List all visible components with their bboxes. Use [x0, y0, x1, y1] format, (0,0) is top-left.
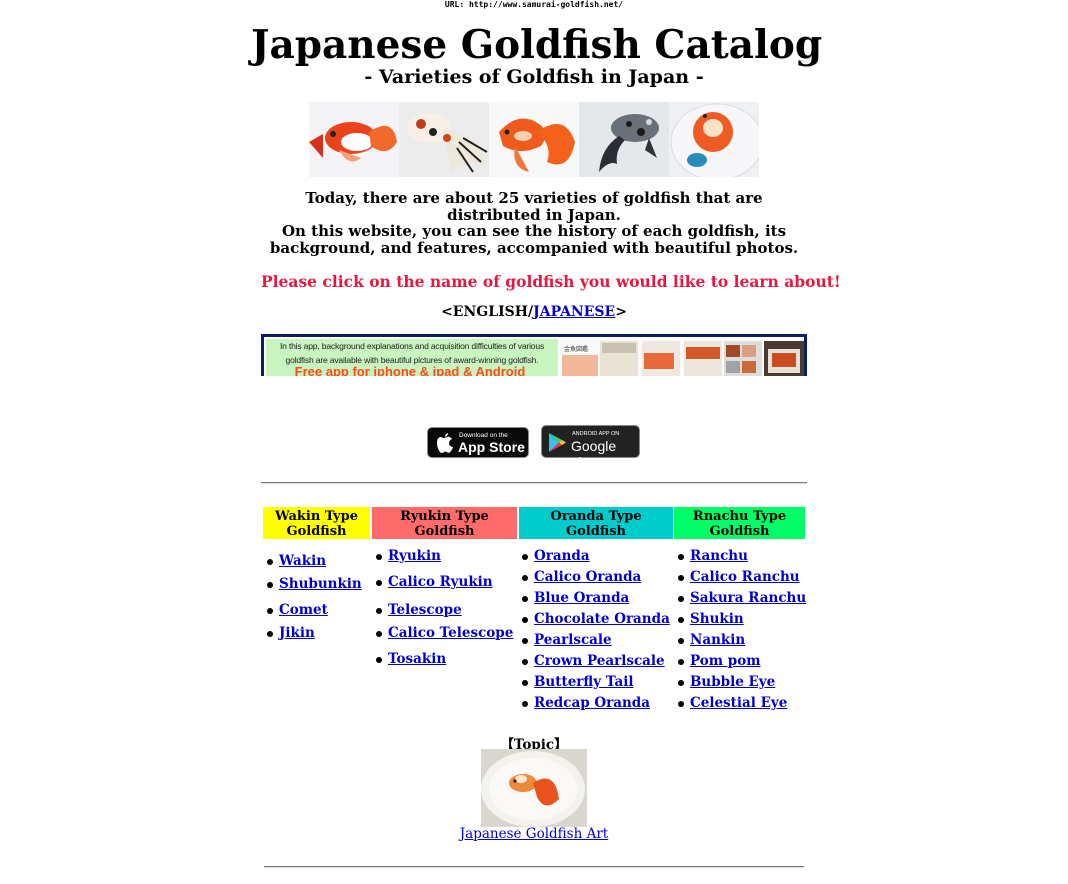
list-item: Calico Telescope: [376, 625, 513, 641]
google-play-icon: [549, 433, 566, 452]
link-chocolate-oranda[interactable]: Chocolate Oranda: [534, 611, 670, 627]
list-item: Calico Ranchu: [678, 569, 800, 585]
list-item: Ranchu: [678, 548, 748, 564]
header-wakin-type: Wakin Type Goldfish: [263, 507, 370, 539]
intro-line-1: Today, there are about 25 varieties of g…: [305, 189, 763, 224]
list-item: Butterfly Tail: [522, 674, 634, 690]
list-item: Jikin: [267, 625, 315, 641]
list-item: Oranda: [522, 548, 590, 564]
goldfish-photo-red-fantail: [489, 102, 579, 177]
list-item: Calico Ryukin: [376, 574, 493, 590]
list-item: Redcap Oranda: [522, 695, 650, 711]
link-calico-ranchu[interactable]: Calico Ranchu: [690, 569, 800, 585]
link-shubunkin[interactable]: Shubunkin: [279, 576, 362, 592]
goldfish-photo-calico-top: [399, 102, 489, 177]
list-item: Chocolate Oranda: [522, 611, 670, 627]
list-item: Crown Pearlscale: [522, 653, 665, 669]
list-item: Nankin: [678, 632, 745, 648]
link-tosakin[interactable]: Tosakin: [388, 651, 446, 667]
list-item: Shubunkin: [267, 576, 362, 592]
link-calico-oranda[interactable]: Calico Oranda: [534, 569, 641, 585]
language-suffix: >: [615, 304, 627, 320]
link-oranda[interactable]: Oranda: [534, 548, 590, 564]
list-item: Ryukin: [376, 548, 441, 564]
topic-image[interactable]: [481, 749, 587, 827]
link-comet[interactable]: Comet: [279, 602, 328, 618]
link-telescope[interactable]: Telescope: [388, 602, 462, 618]
intro-text: Today, there are about 25 varieties of g…: [261, 190, 807, 256]
url-line: URL: http://www.samurai-goldfish.net/: [444, 0, 624, 9]
link-shukin[interactable]: Shukin: [690, 611, 744, 627]
topic-link-wrap: Japanese Goldfish Art: [261, 826, 807, 842]
divider-top: [261, 482, 807, 484]
list-item: Sakura Ranchu: [678, 590, 806, 606]
intro-line-2: On this website, you can see the history…: [269, 222, 799, 257]
link-redcap-oranda[interactable]: Redcap Oranda: [534, 695, 650, 711]
divider-bottom: [264, 866, 804, 868]
link-crown-pearlscale[interactable]: Crown Pearlscale: [534, 653, 665, 669]
goldfish-photo-black-calico: [579, 102, 669, 177]
link-pearlscale[interactable]: Pearlscale: [534, 632, 612, 648]
link-ryukin[interactable]: Ryukin: [388, 548, 441, 564]
app-banner-free-line: Free app for iphone & ipad & Android: [294, 364, 526, 376]
link-sakura-ranchu[interactable]: Sakura Ranchu: [690, 590, 806, 606]
list-item: Telescope: [376, 602, 462, 618]
app-banner-screenshots: 金魚図鑑: [560, 339, 804, 376]
google-play-button[interactable]: ANDROID APP ON Google play: [541, 425, 640, 470]
header-ryukin-type: Ryukin Type Goldfish: [372, 507, 517, 539]
link-wakin[interactable]: Wakin: [279, 553, 326, 569]
language-prefix: <ENGLISH/: [441, 304, 534, 320]
app-store-button[interactable]: Download on the App Store: [427, 427, 529, 458]
goldfish-photo-red-white: [309, 102, 399, 177]
google-play-label: Google play: [571, 438, 617, 470]
link-celestial-eye[interactable]: Celestial Eye: [690, 695, 787, 711]
app-store-small-text: Download on the: [459, 432, 508, 439]
link-blue-oranda[interactable]: Blue Oranda: [534, 590, 629, 606]
topic-link[interactable]: Japanese Goldfish Art: [460, 826, 608, 842]
page-subtitle: - Varieties of Goldfish in Japan -: [364, 66, 704, 88]
list-item: Tosakin: [376, 651, 446, 667]
list-item: Blue Oranda: [522, 590, 629, 606]
link-jikin[interactable]: Jikin: [279, 625, 315, 641]
list-item: Pearlscale: [522, 632, 612, 648]
header-ranchu-type: Rnachu Type Goldfish: [674, 507, 805, 539]
list-item: Bubble Eye: [678, 674, 775, 690]
google-play-small-text: ANDROID APP ON: [572, 431, 620, 437]
apple-icon: [437, 433, 453, 453]
svg-text:金魚図鑑: 金魚図鑑: [564, 345, 588, 353]
japanese-link[interactable]: JAPANESE: [533, 304, 615, 320]
list-item: Calico Oranda: [522, 569, 641, 585]
link-butterfly-tail[interactable]: Butterfly Tail: [534, 674, 634, 690]
link-pom-pom[interactable]: Pom pom: [690, 653, 761, 669]
list-item: Comet: [267, 602, 328, 618]
app-banner[interactable]: In this app, background explanations and…: [261, 334, 807, 376]
link-calico-ryukin[interactable]: Calico Ryukin: [388, 574, 493, 590]
page-title: Japanese Goldfish Catalog: [251, 22, 823, 68]
app-store-label: App Store: [458, 439, 525, 455]
goldfish-photo-ranchu-bowl: [669, 102, 759, 177]
call-to-action: Please click on the name of goldfish you…: [261, 272, 841, 291]
list-item: Wakin: [267, 553, 326, 569]
list-item: Pom pom: [678, 653, 761, 669]
list-item: Celestial Eye: [678, 695, 787, 711]
language-switcher: <ENGLISH/JAPANESE>: [261, 304, 807, 320]
link-nankin[interactable]: Nankin: [690, 632, 745, 648]
link-bubble-eye[interactable]: Bubble Eye: [690, 674, 775, 690]
goldfish-photo-strip: [309, 102, 759, 177]
link-calico-telescope[interactable]: Calico Telescope: [388, 625, 513, 641]
link-ranchu[interactable]: Ranchu: [690, 548, 748, 564]
app-banner-description: In this app, background explanations and…: [279, 341, 545, 365]
header-oranda-type: Oranda Type Goldfish: [519, 507, 673, 539]
list-item: Shukin: [678, 611, 744, 627]
